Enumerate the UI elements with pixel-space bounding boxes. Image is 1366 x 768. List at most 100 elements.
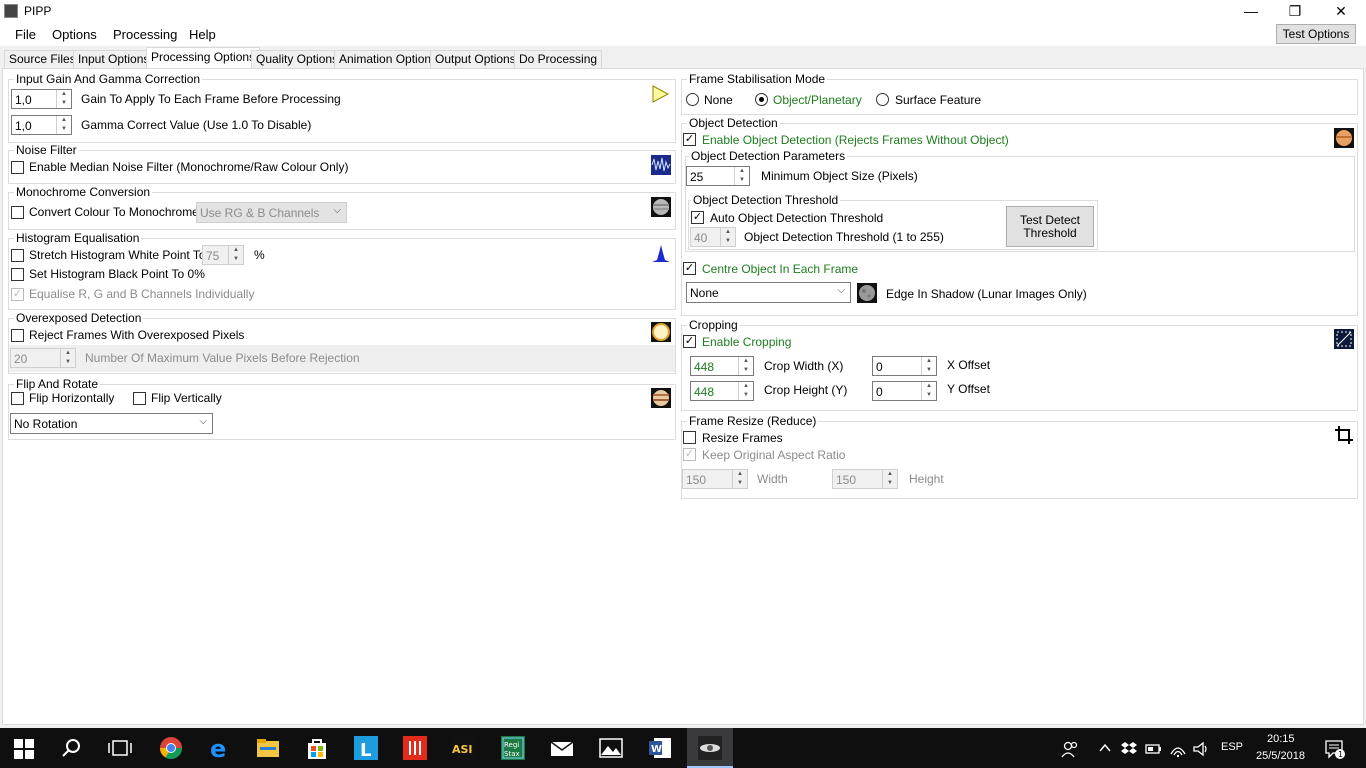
gamma-value: 1,0: [15, 119, 32, 133]
enable-cropping-checkbox[interactable]: [683, 335, 696, 348]
word-icon[interactable]: W: [648, 736, 672, 760]
menu-help[interactable]: Help: [189, 27, 216, 42]
battery-icon[interactable]: [1145, 741, 1163, 757]
resize-width-value: 150: [686, 473, 707, 487]
equalise-checkbox[interactable]: [11, 288, 24, 301]
centre-object-checkbox[interactable]: [683, 262, 696, 275]
menu-file[interactable]: File: [15, 27, 36, 42]
l-app-icon[interactable]: L: [354, 736, 378, 760]
spinner-arrows-icon[interactable]: ▲ ▼: [56, 90, 71, 108]
y-offset-spinner[interactable]: 0 ▲ ▼: [872, 381, 937, 401]
max-pixels-spinner[interactable]: 20 ▲ ▼: [10, 348, 76, 368]
gain-spinner[interactable]: 1,0 ▲ ▼: [11, 89, 72, 109]
menu-options[interactable]: Options: [52, 27, 97, 42]
flip-vertical-checkbox[interactable]: [133, 392, 146, 405]
red-bars-app-icon[interactable]: [403, 736, 427, 760]
svg-text:e: e: [210, 736, 226, 760]
spinner-arrows-icon[interactable]: ▲ ▼: [738, 382, 753, 400]
stab-object-radio[interactable]: [755, 93, 768, 106]
edge-browser-icon[interactable]: e: [208, 736, 232, 760]
stab-surface-radio[interactable]: [876, 93, 889, 106]
minimize-button[interactable]: —: [1228, 0, 1274, 23]
min-size-spinner[interactable]: 25 ▲ ▼: [686, 166, 750, 186]
spinner-arrows-icon[interactable]: ▲ ▼: [734, 167, 749, 185]
stab-none-radio[interactable]: [686, 93, 699, 106]
restore-button[interactable]: ❐: [1272, 0, 1318, 23]
black-point-label: Set Histogram Black Point To 0%: [29, 267, 205, 281]
task-view-icon[interactable]: [108, 738, 132, 758]
tab-animation-options[interactable]: Animation Options: [334, 50, 443, 68]
spinner-arrows-icon[interactable]: ▲ ▼: [56, 116, 71, 134]
flip-horizontal-label: Flip Horizontally: [29, 391, 115, 405]
tab-output-options[interactable]: Output Options: [430, 50, 521, 68]
pipp-taskbar-button[interactable]: [687, 728, 733, 768]
test-detect-line1: Test Detect: [1019, 213, 1081, 227]
store-icon[interactable]: [305, 736, 329, 760]
crop-height-spinner[interactable]: 448 ▲ ▼: [690, 381, 754, 401]
chrome-icon[interactable]: [159, 736, 183, 760]
language-indicator[interactable]: ESP: [1221, 741, 1243, 753]
windows-start-icon[interactable]: [14, 739, 34, 759]
black-point-checkbox[interactable]: [11, 268, 24, 281]
histogram-group-title: Histogram Equalisation: [14, 231, 142, 245]
play-icon: [652, 85, 670, 103]
convert-mono-checkbox[interactable]: [11, 206, 24, 219]
tab-quality-options[interactable]: Quality Options: [251, 50, 344, 68]
people-icon[interactable]: [1061, 740, 1079, 758]
chevron-up-icon[interactable]: [1098, 741, 1112, 755]
spinner-arrows-icon[interactable]: ▲ ▼: [921, 357, 936, 375]
edge-shadow-dropdown[interactable]: None ⌵: [686, 282, 851, 303]
resize-height-value: 150: [836, 473, 857, 487]
spinner-arrows-icon[interactable]: ▲ ▼: [720, 228, 735, 246]
y-offset-label: Y Offset: [947, 382, 990, 396]
dropbox-icon[interactable]: [1120, 740, 1138, 758]
notifications-icon[interactable]: 1: [1324, 738, 1346, 760]
file-explorer-icon[interactable]: [256, 736, 280, 760]
registax-icon[interactable]: RegiStax: [501, 736, 525, 760]
x-offset-spinner[interactable]: 0 ▲ ▼: [872, 356, 937, 376]
spinner-arrows-icon[interactable]: ▲ ▼: [60, 349, 75, 367]
search-icon[interactable]: [62, 738, 82, 758]
test-options-button[interactable]: Test Options: [1276, 24, 1356, 44]
spinner-arrows-icon[interactable]: ▲ ▼: [921, 382, 936, 400]
spinner-arrows-icon[interactable]: ▲ ▼: [738, 357, 753, 375]
gamma-spinner[interactable]: 1,0 ▲ ▼: [11, 115, 72, 135]
photos-icon[interactable]: [599, 736, 623, 760]
stretch-white-spinner[interactable]: 75 ▲ ▼: [202, 245, 244, 265]
clock-time[interactable]: 20:15: [1267, 733, 1295, 745]
keep-aspect-checkbox[interactable]: [683, 448, 696, 461]
mail-icon[interactable]: [550, 736, 574, 760]
test-detect-threshold-button[interactable]: Test Detect Threshold: [1006, 206, 1094, 247]
stabilisation-group-title: Frame Stabilisation Mode: [687, 72, 828, 86]
percent-label: %: [254, 248, 265, 262]
overexposed-group-title: Overexposed Detection: [14, 311, 144, 325]
resize-height-spinner[interactable]: 150 ▲ ▼: [832, 469, 898, 489]
channels-dropdown[interactable]: Use RG & B Channels ⌵: [196, 202, 347, 223]
crop-width-spinner[interactable]: 448 ▲ ▼: [690, 356, 754, 376]
resize-frames-checkbox[interactable]: [683, 431, 696, 444]
close-button[interactable]: ✕: [1318, 0, 1364, 23]
equalise-label: Equalise R, G and B Channels Individuall…: [29, 287, 255, 301]
rotation-dropdown[interactable]: No Rotation ⌵: [10, 413, 213, 434]
spinner-arrows-icon[interactable]: ▲ ▼: [882, 470, 897, 488]
tab-input-options[interactable]: Input Options: [73, 50, 155, 68]
asi-app-icon[interactable]: ASI: [452, 736, 476, 760]
wifi-icon[interactable]: [1169, 740, 1187, 758]
clock-date[interactable]: 25/5/2018: [1256, 750, 1305, 762]
enable-detection-checkbox[interactable]: [683, 133, 696, 146]
resize-width-spinner[interactable]: 150 ▲ ▼: [682, 469, 748, 489]
threshold-spinner[interactable]: 40 ▲ ▼: [690, 227, 736, 247]
spinner-arrows-icon[interactable]: ▲ ▼: [228, 246, 243, 264]
median-filter-checkbox[interactable]: [11, 161, 24, 174]
app-icon: [4, 4, 18, 18]
reject-overexposed-checkbox[interactable]: [11, 329, 24, 342]
flip-horizontal-checkbox[interactable]: [11, 392, 24, 405]
spinner-arrows-icon[interactable]: ▲ ▼: [732, 470, 747, 488]
volume-icon[interactable]: [1192, 740, 1210, 758]
tab-source-files[interactable]: Source Files: [4, 50, 81, 68]
tab-do-processing[interactable]: Do Processing: [514, 50, 603, 68]
tab-processing-options[interactable]: Processing Options: [146, 47, 261, 69]
stretch-white-checkbox[interactable]: [11, 249, 24, 262]
auto-threshold-checkbox[interactable]: [691, 211, 704, 224]
menu-processing[interactable]: Processing: [113, 27, 177, 42]
